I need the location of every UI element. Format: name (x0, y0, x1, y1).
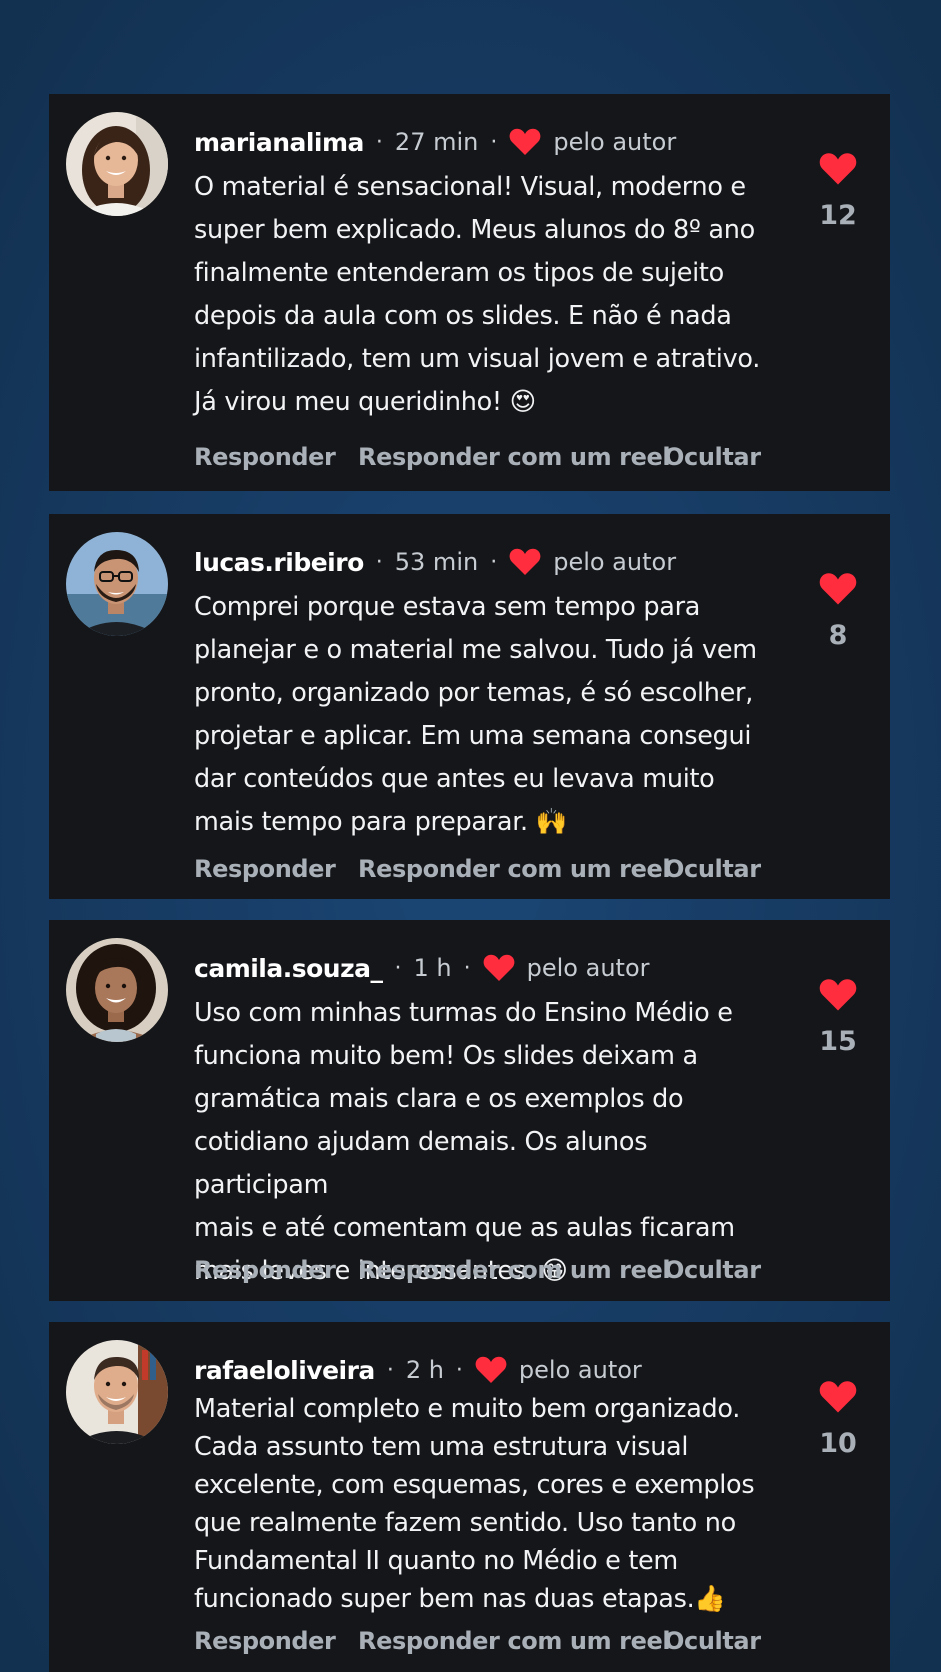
comment-card: rafaeloliveira · 2 h · pelo autor Materi… (49, 1322, 890, 1672)
like-count: 8 (828, 620, 848, 651)
reply-button[interactable]: Responder (194, 855, 358, 883)
author-heart-icon (509, 128, 541, 156)
liked-by-author-label: pelo autor (553, 128, 677, 156)
username[interactable]: camila.souza_ (194, 954, 383, 983)
comment-actions: Responder Responder com um reel Ocultar (194, 1627, 761, 1655)
like-heart-icon[interactable] (819, 1381, 857, 1418)
avatar[interactable] (66, 112, 168, 216)
like-control: 15 (814, 978, 862, 1057)
reply-with-reel-button[interactable]: Responder com um reel (358, 1627, 671, 1655)
separator-dot: · (386, 1357, 394, 1383)
username[interactable]: marianalima (194, 128, 364, 157)
username[interactable]: rafaeloliveira (194, 1356, 375, 1385)
reply-with-reel-button[interactable]: Responder com um reel (358, 1256, 671, 1284)
separator-dot: · (490, 549, 498, 575)
liked-by-author-label: pelo autor (526, 954, 650, 982)
comment-time: 27 min (394, 128, 479, 156)
comment-time: 2 h (405, 1356, 444, 1384)
reply-with-reel-button[interactable]: Responder com um reel (358, 443, 671, 471)
like-count: 15 (819, 1026, 857, 1057)
avatar[interactable] (66, 938, 168, 1042)
liked-by-author-label: pelo autor (518, 1356, 642, 1384)
like-heart-icon[interactable] (819, 979, 857, 1016)
hide-button[interactable]: Ocultar (664, 855, 761, 883)
comment-time: 1 h (413, 954, 452, 982)
comment-text: Comprei porque estava sem tempo para pla… (194, 592, 757, 837)
comment-text: O material é sensacional! Visual, modern… (194, 172, 761, 417)
like-control: 12 (814, 152, 862, 231)
comment-card: camila.souza_ · 1 h · pelo autor Uso com… (49, 920, 890, 1301)
comment-header: camila.souza_ · 1 h · pelo autor (194, 948, 650, 988)
like-count: 10 (819, 1428, 857, 1459)
reply-button[interactable]: Responder (194, 443, 358, 471)
separator-dot: · (375, 549, 383, 575)
reply-with-reel-button[interactable]: Responder com um reel (358, 855, 671, 883)
comment-header: marianalima · 27 min · pelo autor (194, 122, 676, 162)
hide-button[interactable]: Ocultar (664, 443, 761, 471)
username[interactable]: lucas.ribeiro (194, 548, 364, 577)
separator-dot: · (490, 129, 498, 155)
avatar[interactable] (66, 532, 168, 636)
author-heart-icon (509, 548, 541, 576)
reply-button[interactable]: Responder (194, 1256, 358, 1284)
separator-dot: · (375, 129, 383, 155)
like-control: 10 (814, 1380, 862, 1459)
author-heart-icon (483, 954, 515, 982)
comment-card: lucas.ribeiro · 53 min · pelo autor Comp… (49, 514, 890, 899)
reply-button[interactable]: Responder (194, 1627, 358, 1655)
liked-by-author-label: pelo autor (553, 548, 677, 576)
comment-text: Uso com minhas turmas do Ensino Médio e … (194, 998, 735, 1286)
avatar[interactable] (66, 1340, 168, 1444)
separator-dot: · (394, 955, 402, 981)
comment-header: lucas.ribeiro · 53 min · pelo autor (194, 542, 676, 582)
like-heart-icon[interactable] (819, 573, 857, 610)
comment-actions: Responder Responder com um reel Ocultar (194, 855, 761, 883)
hide-button[interactable]: Ocultar (664, 1627, 761, 1655)
hide-button[interactable]: Ocultar (664, 1256, 761, 1284)
comment-header: rafaeloliveira · 2 h · pelo autor (194, 1350, 642, 1390)
separator-dot: · (455, 1357, 463, 1383)
like-count: 12 (819, 200, 857, 231)
comment-actions: Responder Responder com um reel Ocultar (194, 443, 761, 471)
comment-time: 53 min (394, 548, 479, 576)
comment-text: Material completo e muito bem organizado… (194, 1394, 755, 1614)
comment-card: marianalima · 27 min · pelo autor O mate… (49, 94, 890, 491)
author-heart-icon (475, 1356, 507, 1384)
separator-dot: · (463, 955, 471, 981)
like-control: 8 (814, 572, 862, 651)
comment-actions: Responder Responder com um reel Ocultar (194, 1256, 761, 1284)
like-heart-icon[interactable] (819, 153, 857, 190)
